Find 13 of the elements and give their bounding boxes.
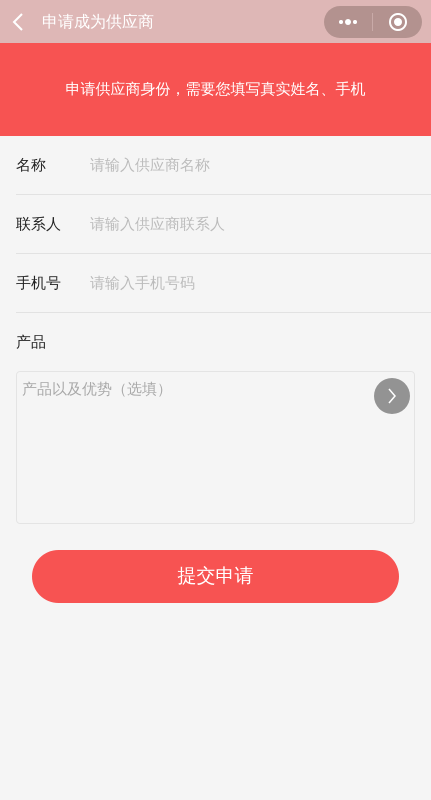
input-field[interactable]: 请输入供应商联系人 [90,212,415,236]
field-label: 手机号 [16,272,62,294]
input-field[interactable]: 请输入手机号码 [90,272,415,294]
chevron-right-icon [387,388,397,404]
field-label: 产品 [16,332,46,353]
submit-button[interactable]: 提交申请 [32,550,399,603]
input-field[interactable]: 请输入供应商名称 [90,154,415,176]
field-label: 联系人 [16,214,62,235]
next-button[interactable] [374,378,410,414]
text-area[interactable]: 产品以及优势（选填） [16,371,415,524]
notice-text: 申请供应商身份，需要您填写真实姓名、手机 [66,79,366,100]
page-title: 申请成为供应商 [42,10,154,32]
field-label: 名称 [16,154,47,176]
